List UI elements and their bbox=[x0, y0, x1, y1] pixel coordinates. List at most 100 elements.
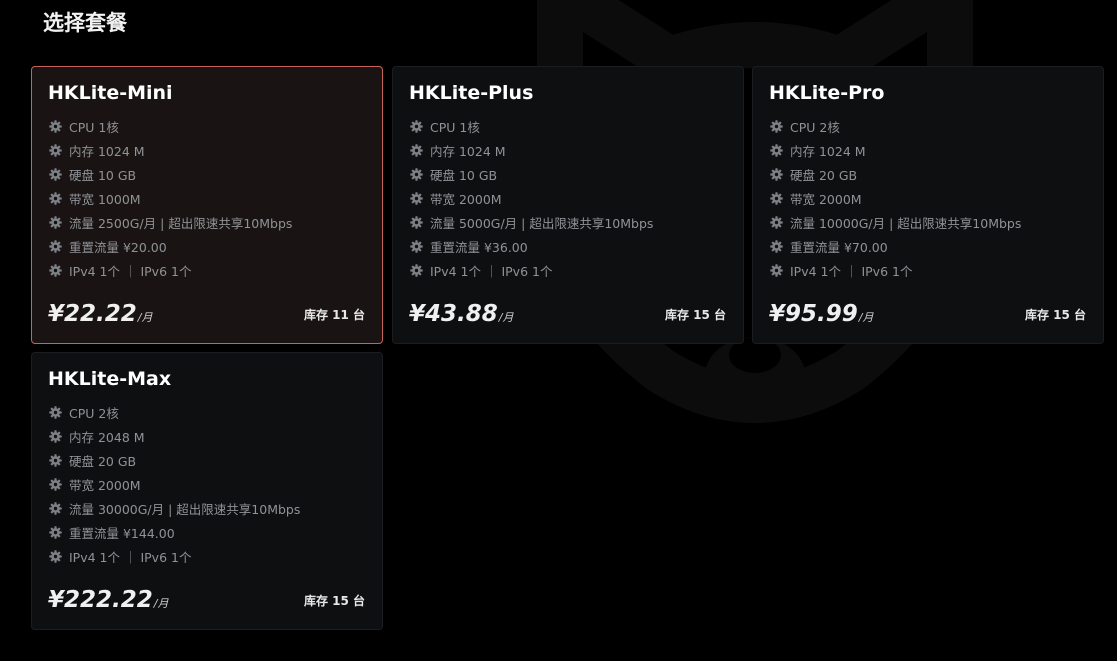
feature-label: 带宽 1000M bbox=[69, 191, 141, 207]
gear-icon bbox=[770, 143, 783, 157]
plan-price: ¥95.99/月 bbox=[769, 301, 873, 327]
feature-item: IPv4 1个 ｜ IPv6 1个 bbox=[770, 258, 1021, 282]
feature-item: CPU 2核 bbox=[49, 400, 300, 424]
feature-item: 内存 1024 M bbox=[770, 138, 1021, 162]
feature-item: 内存 2048 M bbox=[49, 424, 300, 448]
feature-item: 流量 10000G/月 | 超出限速共享10Mbps bbox=[770, 210, 1021, 234]
feature-item: CPU 2核 bbox=[770, 114, 1021, 138]
gear-icon bbox=[770, 191, 783, 205]
feature-item: 流量 5000G/月 | 超出限速共享10Mbps bbox=[410, 210, 653, 234]
price-unit: /月 bbox=[137, 311, 153, 324]
gear-icon bbox=[410, 191, 423, 205]
feature-label: CPU 1核 bbox=[69, 119, 119, 135]
gear-icon bbox=[49, 453, 62, 467]
gear-icon bbox=[410, 167, 423, 181]
plan-name: HKLite-Mini bbox=[48, 82, 173, 104]
feature-list: CPU 2核 内存 1024 M 硬盘 20 GB 带宽 2000M 流量 10… bbox=[770, 114, 1021, 282]
feature-item: 重置流量 ¥70.00 bbox=[770, 234, 1021, 258]
gear-icon bbox=[49, 477, 62, 491]
feature-item: 硬盘 20 GB bbox=[49, 448, 300, 472]
gear-icon bbox=[49, 239, 62, 253]
feature-item: 内存 1024 M bbox=[49, 138, 292, 162]
gear-icon bbox=[770, 239, 783, 253]
feature-label: 重置流量 ¥144.00 bbox=[69, 525, 175, 541]
gear-icon bbox=[770, 215, 783, 229]
gear-icon bbox=[49, 525, 62, 539]
feature-label: 内存 1024 M bbox=[790, 143, 866, 159]
plan-price: ¥22.22/月 bbox=[48, 301, 152, 327]
plan-card-hklite-mini[interactable]: HKLite-Mini CPU 1核 内存 1024 M 硬盘 10 GB 带宽… bbox=[31, 66, 383, 344]
feature-label: 流量 30000G/月 | 超出限速共享10Mbps bbox=[69, 501, 301, 517]
price-amount: ¥222.22 bbox=[48, 587, 153, 613]
feature-label: 硬盘 20 GB bbox=[69, 453, 137, 469]
price-unit: /月 bbox=[858, 311, 874, 324]
gear-icon bbox=[770, 119, 783, 133]
feature-item: CPU 1核 bbox=[49, 114, 292, 138]
gear-icon bbox=[410, 143, 423, 157]
stock-count: 库存 15 台 bbox=[664, 308, 726, 322]
feature-label: IPv4 1个 ｜ IPv6 1个 bbox=[790, 263, 913, 279]
feature-item: CPU 1核 bbox=[410, 114, 653, 138]
gear-icon bbox=[410, 239, 423, 253]
plan-card-hklite-plus[interactable]: HKLite-Plus CPU 1核 内存 1024 M 硬盘 10 GB 带宽… bbox=[392, 66, 744, 344]
price-unit: /月 bbox=[498, 311, 514, 324]
feature-label: 内存 1024 M bbox=[69, 143, 145, 159]
plan-price: ¥43.88/月 bbox=[409, 301, 513, 327]
gear-icon bbox=[770, 167, 783, 181]
feature-label: 带宽 2000M bbox=[69, 477, 141, 493]
feature-label: 硬盘 20 GB bbox=[790, 167, 858, 183]
feature-label: 内存 2048 M bbox=[69, 429, 145, 445]
price-amount: ¥43.88 bbox=[409, 301, 498, 327]
gear-icon bbox=[49, 119, 62, 133]
gear-icon bbox=[49, 405, 62, 419]
feature-label: CPU 2核 bbox=[790, 119, 840, 135]
feature-item: 流量 30000G/月 | 超出限速共享10Mbps bbox=[49, 496, 300, 520]
feature-item: IPv4 1个 ｜ IPv6 1个 bbox=[410, 258, 653, 282]
gear-icon bbox=[49, 215, 62, 229]
page-title: 选择套餐 bbox=[43, 11, 127, 35]
feature-item: 硬盘 10 GB bbox=[410, 162, 653, 186]
feature-label: 带宽 2000M bbox=[430, 191, 502, 207]
stock-count: 库存 15 台 bbox=[303, 594, 365, 608]
feature-label: 流量 5000G/月 | 超出限速共享10Mbps bbox=[430, 215, 654, 231]
feature-label: 内存 1024 M bbox=[430, 143, 506, 159]
price-amount: ¥22.22 bbox=[48, 301, 137, 327]
feature-label: 重置流量 ¥20.00 bbox=[69, 239, 167, 255]
feature-label: CPU 2核 bbox=[69, 405, 119, 421]
feature-label: 硬盘 10 GB bbox=[430, 167, 498, 183]
feature-item: 带宽 1000M bbox=[49, 186, 292, 210]
gear-icon bbox=[49, 191, 62, 205]
stock-count: 库存 11 台 bbox=[303, 308, 365, 322]
plan-name: HKLite-Max bbox=[48, 368, 172, 390]
feature-label: IPv4 1个 ｜ IPv6 1个 bbox=[430, 263, 553, 279]
feature-label: CPU 1核 bbox=[430, 119, 480, 135]
feature-item: 带宽 2000M bbox=[49, 472, 300, 496]
feature-item: IPv4 1个 ｜ IPv6 1个 bbox=[49, 544, 300, 568]
gear-icon bbox=[49, 263, 62, 277]
price-unit: /月 bbox=[153, 597, 169, 610]
gear-icon bbox=[770, 263, 783, 277]
plan-name: HKLite-Plus bbox=[409, 82, 534, 104]
feature-item: 硬盘 10 GB bbox=[49, 162, 292, 186]
feature-label: IPv4 1个 ｜ IPv6 1个 bbox=[69, 549, 192, 565]
feature-list: CPU 1核 内存 1024 M 硬盘 10 GB 带宽 1000M 流量 25… bbox=[49, 114, 292, 282]
feature-item: 重置流量 ¥20.00 bbox=[49, 234, 292, 258]
gear-icon bbox=[49, 549, 62, 563]
feature-label: 硬盘 10 GB bbox=[69, 167, 137, 183]
plan-name: HKLite-Pro bbox=[769, 82, 885, 104]
feature-item: 带宽 2000M bbox=[410, 186, 653, 210]
gear-icon bbox=[49, 167, 62, 181]
plan-card-hklite-pro[interactable]: HKLite-Pro CPU 2核 内存 1024 M 硬盘 20 GB 带宽 … bbox=[752, 66, 1104, 344]
feature-item: 流量 2500G/月 | 超出限速共享10Mbps bbox=[49, 210, 292, 234]
feature-label: 带宽 2000M bbox=[790, 191, 862, 207]
feature-item: 重置流量 ¥144.00 bbox=[49, 520, 300, 544]
feature-label: 流量 2500G/月 | 超出限速共享10Mbps bbox=[69, 215, 293, 231]
gear-icon bbox=[49, 143, 62, 157]
plan-price: ¥222.22/月 bbox=[48, 587, 168, 613]
gear-icon bbox=[49, 429, 62, 443]
gear-icon bbox=[49, 501, 62, 515]
plan-card-hklite-max[interactable]: HKLite-Max CPU 2核 内存 2048 M 硬盘 20 GB 带宽 … bbox=[31, 352, 383, 630]
feature-label: 重置流量 ¥36.00 bbox=[430, 239, 528, 255]
feature-item: IPv4 1个 ｜ IPv6 1个 bbox=[49, 258, 292, 282]
price-amount: ¥95.99 bbox=[769, 301, 858, 327]
